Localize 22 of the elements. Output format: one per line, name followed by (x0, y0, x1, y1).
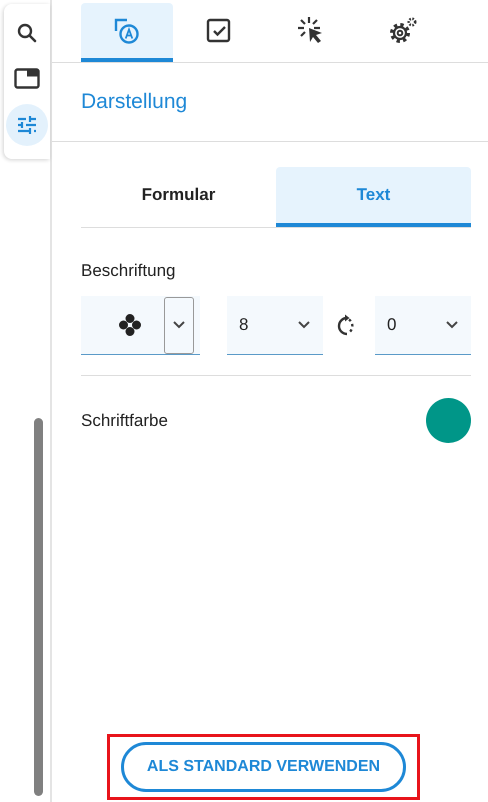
chevron-down-icon (172, 320, 186, 330)
set-default-button[interactable]: ALS STANDARD VERWENDEN (120, 742, 406, 792)
dropdown-button[interactable] (164, 296, 194, 354)
scrollbar[interactable] (34, 418, 43, 796)
field-label: Schriftfarbe (81, 410, 168, 430)
size-dropdown[interactable]: 8 (227, 296, 323, 355)
sliders-button[interactable] (6, 104, 48, 146)
search-icon (15, 21, 39, 45)
checkbox-icon (206, 18, 232, 44)
clover-icon (118, 313, 142, 337)
field-label: Beschriftung (81, 261, 176, 281)
text-frame-icon (113, 16, 141, 44)
rotation-dropdown[interactable]: 0 (375, 296, 471, 355)
symbol-dropdown[interactable] (81, 296, 200, 355)
gear-icon (388, 16, 418, 46)
chevron-down-icon (297, 320, 311, 330)
window-icon (14, 68, 40, 90)
chevron-down-icon (445, 320, 459, 330)
sliders-icon (15, 113, 39, 137)
section-title: Darstellung (81, 90, 188, 114)
mode-tab[interactable]: Formular (81, 167, 276, 227)
color-swatch[interactable] (426, 398, 471, 443)
